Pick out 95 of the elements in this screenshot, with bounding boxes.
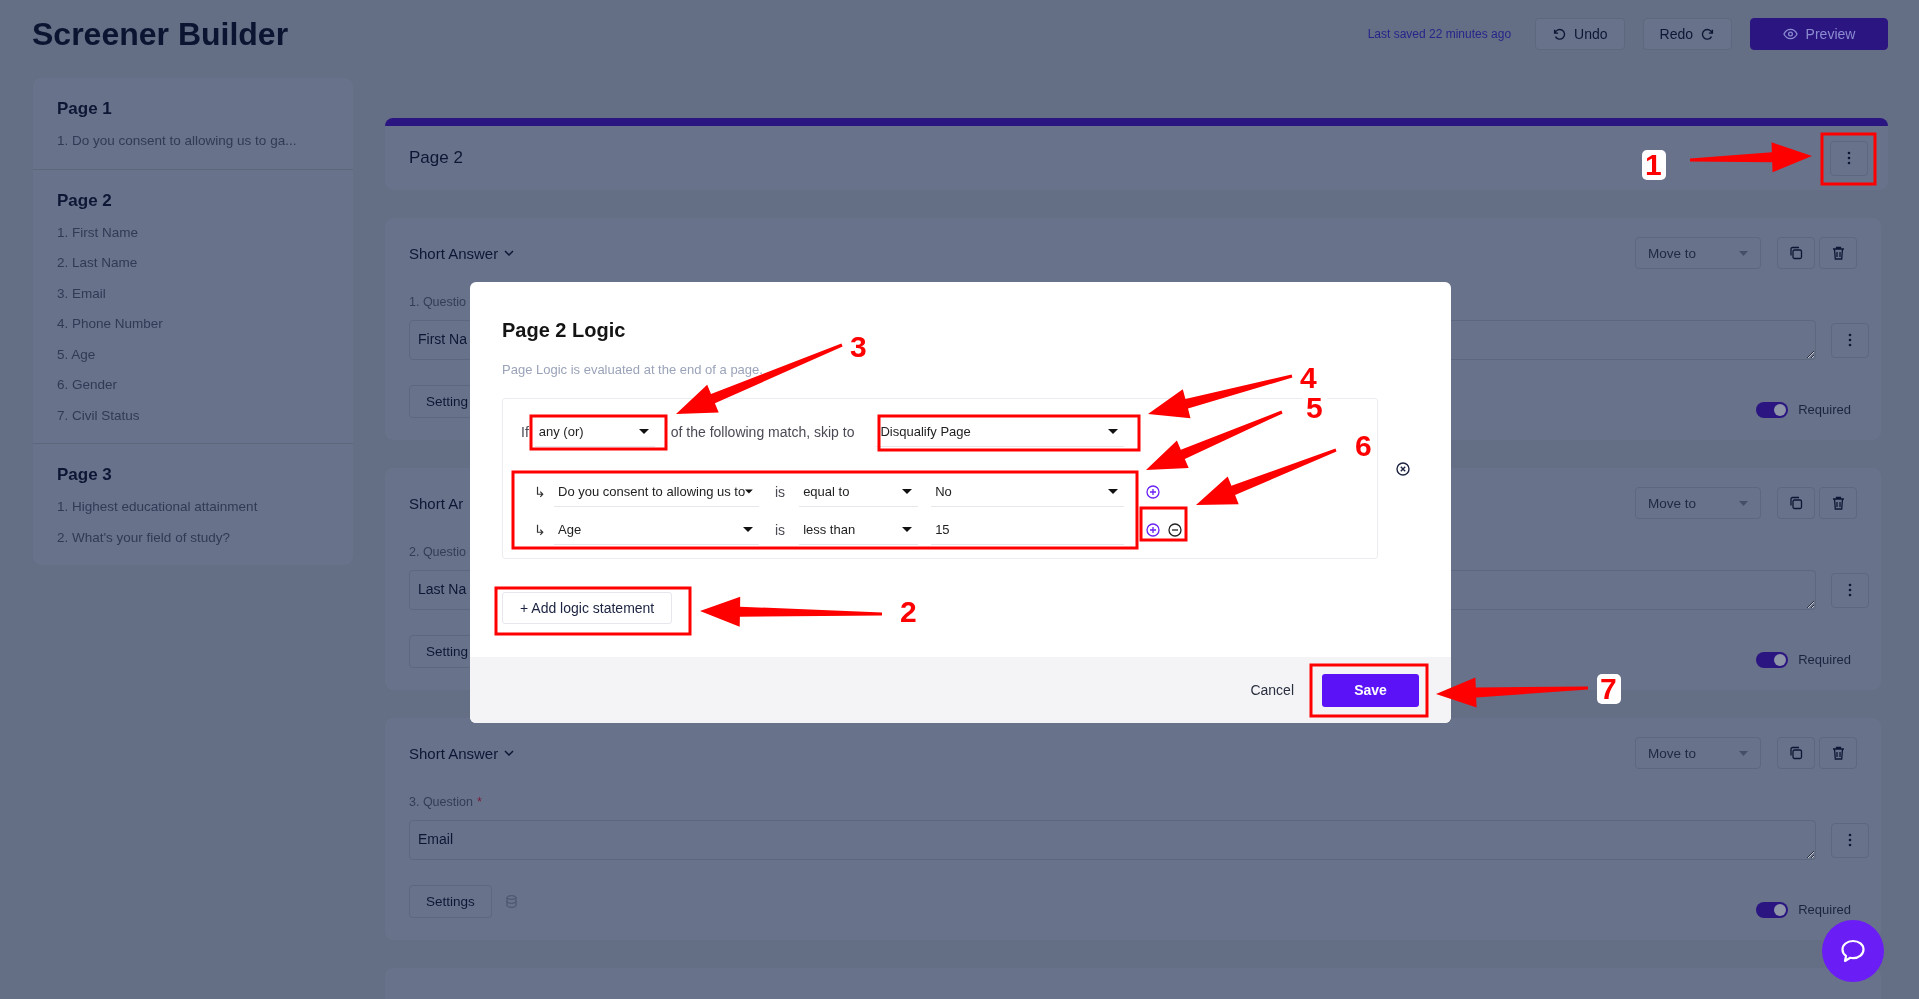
required-label: Required xyxy=(1798,902,1851,917)
copy-button[interactable] xyxy=(1777,487,1815,519)
undo-button[interactable]: Undo xyxy=(1535,18,1625,50)
callout-number: 7 xyxy=(1597,672,1621,705)
caret-icon xyxy=(638,429,649,434)
required-label: Required xyxy=(1798,402,1851,417)
copy-icon xyxy=(1789,496,1803,510)
caret-icon xyxy=(745,489,753,494)
operator-dropdown[interactable]: less than xyxy=(799,515,919,545)
close-icon[interactable] xyxy=(1396,461,1410,476)
trash-icon xyxy=(1831,496,1845,510)
sidebar-page-title[interactable]: Page 3 xyxy=(57,462,329,488)
caret-icon xyxy=(1108,429,1119,434)
sidebar-item[interactable]: 4. Phone Number xyxy=(57,309,329,340)
chevron-icon xyxy=(504,750,515,756)
target-page-dropdown[interactable]: Disqualify Page xyxy=(876,417,1125,447)
add-logic-button[interactable]: + Add logic statement xyxy=(502,592,673,624)
add-condition-icon[interactable] xyxy=(1146,523,1161,537)
question-type-dropdown[interactable]: Short Answer xyxy=(409,744,515,762)
kebab-icon xyxy=(1848,833,1852,847)
question-dropdown[interactable]: Age xyxy=(554,515,759,545)
indent-arrow: ↳ xyxy=(534,484,547,500)
question-type-dropdown[interactable]: Short Ar xyxy=(409,494,464,512)
callout-number: 4 xyxy=(1297,361,1321,394)
sidebar-page-title[interactable]: Page 1 xyxy=(57,96,329,122)
caret-icon xyxy=(1739,250,1748,256)
sidebar-item[interactable]: 2. What's your field of study? xyxy=(57,522,329,553)
page-heading: Page 2 xyxy=(409,148,463,168)
copy-button[interactable] xyxy=(1777,737,1815,769)
chevron-icon xyxy=(504,250,515,256)
operator-dropdown[interactable]: equal to xyxy=(799,477,919,507)
caret-icon xyxy=(1739,500,1748,506)
required-toggle[interactable] xyxy=(1756,901,1789,918)
move-to-dropdown[interactable]: Move to xyxy=(1635,487,1761,519)
redo-icon xyxy=(1701,27,1715,41)
sidebar-item[interactable]: 2. Last Name xyxy=(57,248,329,279)
question-dropdown[interactable]: Do you consent to allowing us to xyxy=(554,477,759,507)
kebab-icon xyxy=(1848,583,1852,597)
cancel-button[interactable]: Cancel xyxy=(1244,681,1300,699)
question-type-dropdown[interactable]: Short Answer xyxy=(409,244,515,262)
callout-number: 1 xyxy=(1642,148,1666,181)
eye-icon xyxy=(1782,28,1798,40)
page-title: Screener Builder xyxy=(32,15,289,53)
dialog-title: Page 2 Logic xyxy=(502,318,627,342)
delete-button[interactable] xyxy=(1819,487,1857,519)
sidebar-item[interactable]: 1. Highest educational attainment xyxy=(57,492,329,523)
save-button[interactable]: Save xyxy=(1322,673,1419,707)
move-to-dropdown[interactable]: Move to xyxy=(1635,737,1761,769)
caret-icon xyxy=(1739,750,1748,756)
match-dropdown[interactable]: any (or) xyxy=(534,417,655,447)
caret-icon xyxy=(743,527,753,532)
if-label: If xyxy=(521,424,529,440)
kebab-icon xyxy=(1847,151,1851,165)
save-status: Last saved 22 minutes ago xyxy=(1367,27,1512,41)
sidebar-item[interactable]: 7. Civil Status xyxy=(57,400,329,431)
logic-text: of the following match, skip to xyxy=(670,424,855,440)
required-toggle[interactable] xyxy=(1756,401,1789,418)
sidebar-page-title[interactable]: Page 2 xyxy=(57,187,329,214)
add-condition-icon[interactable] xyxy=(1146,485,1161,499)
remove-condition-icon[interactable] xyxy=(1168,523,1183,537)
move-to-dropdown[interactable]: Move to xyxy=(1635,237,1761,269)
sidebar-item[interactable]: 1. Do you consent to allowing us to ga... xyxy=(57,126,329,157)
dialog-description: Page Logic is evaluated at the end of a page. xyxy=(502,362,763,379)
required-toggle[interactable] xyxy=(1756,651,1789,668)
trash-icon xyxy=(1831,246,1845,260)
copy-button[interactable] xyxy=(1777,237,1815,269)
preview-button[interactable]: Preview xyxy=(1750,18,1888,50)
required-label: Required xyxy=(1798,652,1851,667)
operator-label: is xyxy=(775,522,786,538)
indent-arrow: ↳ xyxy=(534,522,547,538)
delete-button[interactable] xyxy=(1819,737,1857,769)
copy-icon xyxy=(1789,746,1803,760)
operator-label: is xyxy=(775,484,786,500)
kebab-icon xyxy=(1848,333,1852,347)
value-dropdown[interactable]: No xyxy=(931,477,1125,507)
callout-number: 3 xyxy=(847,330,871,363)
sidebar-item[interactable]: 3. Email xyxy=(57,278,329,309)
caret-icon xyxy=(1108,489,1119,494)
highlight-box xyxy=(1820,132,1877,186)
answer-field[interactable]: Email xyxy=(409,820,1816,860)
redo-button[interactable]: Redo xyxy=(1642,18,1732,50)
chat-icon xyxy=(1840,939,1866,963)
trash-icon xyxy=(1831,746,1845,760)
undo-icon xyxy=(1552,27,1567,41)
caret-icon xyxy=(902,489,913,494)
value-field[interactable]: 15 xyxy=(931,515,1125,545)
copy-icon xyxy=(1789,246,1803,260)
delete-button[interactable] xyxy=(1819,237,1857,269)
settings-button[interactable]: Settings xyxy=(409,885,492,918)
callout-number: 2 xyxy=(897,595,921,628)
sidebar-item[interactable]: 1. First Name xyxy=(57,217,329,248)
callout-number: 6 xyxy=(1352,429,1376,462)
caret-icon xyxy=(902,527,913,532)
sidebar-item[interactable]: 6. Gender xyxy=(57,370,329,401)
sidebar-item[interactable]: 5. Age xyxy=(57,339,329,370)
